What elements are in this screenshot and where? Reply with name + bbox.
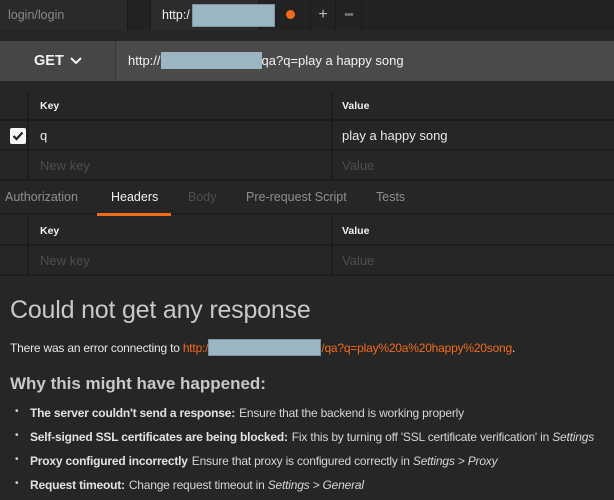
reason-setting: Settings > Proxy <box>412 454 498 468</box>
tab-headers[interactable]: Headers <box>96 182 172 216</box>
table-row: q play a happy song <box>0 121 614 151</box>
url-suffix: qa?q=play a happy song <box>261 53 404 68</box>
list-item: Request timeout:Change request timeout i… <box>10 478 594 500</box>
param-checkbox[interactable] <box>10 128 26 144</box>
reason-text: Ensure that proxy is configured correctl… <box>191 454 413 468</box>
error-url-suffix: /qa?q=play%20a%20happy%20song <box>321 341 513 355</box>
chevron-down-icon <box>70 57 82 65</box>
unsaved-dot-icon <box>286 10 295 19</box>
reason-text: Fix this by turning off 'SSL certificate… <box>291 430 553 444</box>
list-item: Proxy configured incorrectlyEnsure that … <box>10 454 594 478</box>
reason-text: Change request timeout in <box>128 478 268 492</box>
params-table: Key Value q play a happy song New key Va… <box>0 91 614 181</box>
tab-label: login/login <box>8 8 65 22</box>
more-tabs-icon[interactable]: ••• <box>336 0 362 30</box>
add-tab-button[interactable]: + <box>310 0 336 30</box>
tab-bar: login/login http:/ + ••• <box>0 0 614 30</box>
error-end: . <box>512 341 516 355</box>
redacted-block <box>160 51 262 69</box>
param-value[interactable]: play a happy song <box>335 121 614 149</box>
url-bar: GET http:// qa?q=play a happy song <box>0 41 614 81</box>
reason-title: Request timeout: <box>30 478 125 492</box>
tab-login[interactable]: login/login <box>0 0 128 30</box>
url-prefix: http:// <box>128 53 161 68</box>
reason-setting: Settings <box>552 430 594 444</box>
value-header: Value <box>342 100 370 112</box>
reason-setting: Settings > General <box>267 478 364 492</box>
check-column <box>0 216 29 244</box>
new-key-input[interactable]: New key <box>31 151 333 179</box>
value-header: Value <box>342 225 370 237</box>
check-column <box>0 91 29 119</box>
new-value-input[interactable]: Value <box>335 151 614 179</box>
reason-title: The server couldn't send a response: <box>30 406 236 420</box>
new-param-row: New key Value <box>0 151 614 181</box>
tab-active-request[interactable]: http:/ <box>150 0 275 30</box>
reason-title: Proxy configured incorrectly <box>30 454 188 468</box>
new-header-row: New key Value <box>0 246 614 276</box>
new-header-value-input[interactable]: Value <box>335 246 614 274</box>
headers-table: Key Value New key Value <box>0 216 614 276</box>
tab-body[interactable]: Body <box>188 182 217 215</box>
headers-header-row: Key Value <box>0 216 614 246</box>
method-select[interactable]: GET <box>0 41 116 81</box>
error-url-link[interactable]: http:/ /qa?q=play%20a%20happy%20song <box>182 338 513 356</box>
key-header: Key <box>31 216 333 244</box>
url-input[interactable]: http:// qa?q=play a happy song <box>117 41 614 81</box>
list-item: The server couldn't send a response:Ensu… <box>10 406 594 430</box>
check-column <box>0 151 29 179</box>
redacted-block <box>192 4 275 27</box>
param-key[interactable]: q <box>31 121 333 149</box>
tab-tests[interactable]: Tests <box>376 182 405 215</box>
error-prefix: There was an error connecting to <box>10 341 183 355</box>
reason-title: Self-signed SSL certificates are being b… <box>30 430 288 444</box>
request-tabs: Authorization Headers Body Pre-request S… <box>0 182 614 216</box>
checkmark-icon <box>12 131 24 141</box>
check-column <box>0 121 29 149</box>
why-title: Why this might have happened: <box>10 374 266 393</box>
params-header-row: Key Value <box>0 91 614 121</box>
check-column <box>0 246 29 274</box>
response-title: Could not get any response <box>10 296 311 324</box>
response-panel: Could not get any response There was an … <box>10 296 614 492</box>
redacted-block <box>208 338 322 356</box>
error-message: There was an error connecting to http:/ /… <box>10 338 516 356</box>
method-label: GET <box>34 53 64 69</box>
new-header-key-input[interactable]: New key <box>31 246 333 274</box>
tab-pre-request-script[interactable]: Pre-request Script <box>246 182 347 215</box>
reasons-list: The server couldn't send a response:Ensu… <box>10 406 594 500</box>
list-item: Self-signed SSL certificates are being b… <box>10 430 594 454</box>
key-header: Key <box>31 91 333 119</box>
tab-authorization[interactable]: Authorization <box>5 182 78 215</box>
reason-text: Ensure that the backend is working prope… <box>239 406 464 420</box>
error-url-prefix: http:/ <box>182 341 209 355</box>
tab-label: http:/ <box>162 8 190 22</box>
